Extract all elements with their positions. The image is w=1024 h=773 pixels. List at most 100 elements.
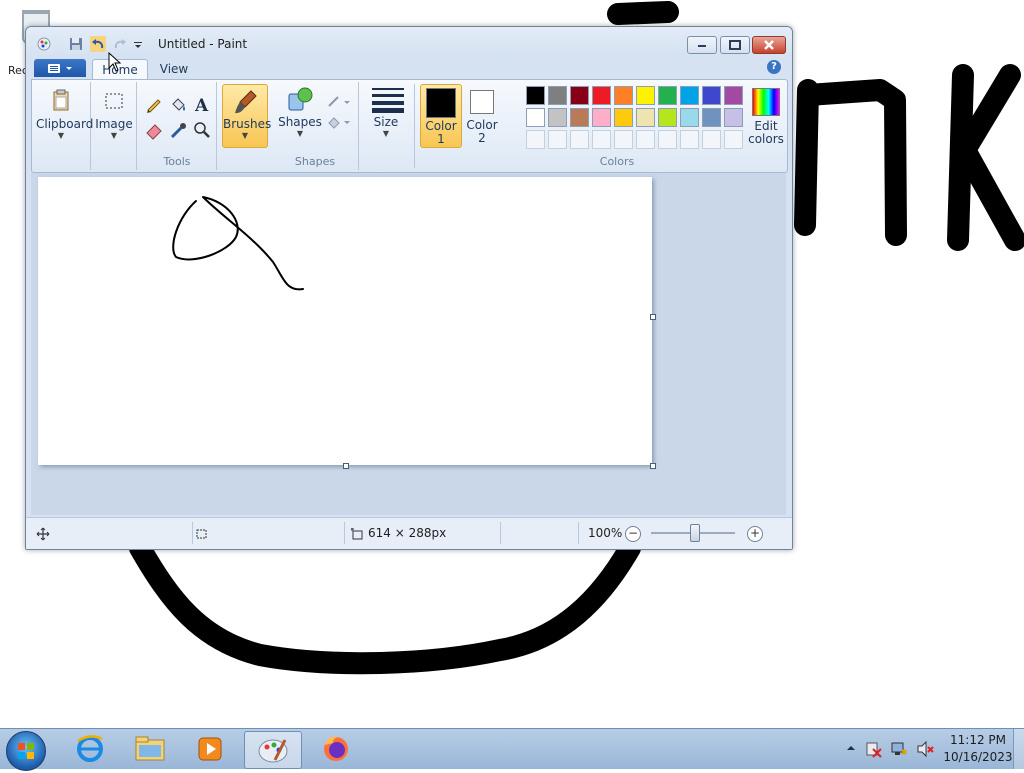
custom-color-slot[interactable] — [658, 130, 677, 149]
media-player-taskbar-button[interactable] — [182, 731, 238, 767]
minimize-button[interactable] — [687, 36, 717, 54]
custom-color-slot[interactable] — [614, 130, 633, 149]
color2-swatch — [470, 90, 494, 114]
file-explorer-taskbar-button[interactable] — [122, 731, 178, 767]
shape-fill-icon[interactable] — [326, 112, 350, 132]
tools-group: A Tools — [138, 82, 217, 170]
palette-swatch[interactable] — [636, 86, 655, 105]
canvas-size-icon — [350, 518, 364, 548]
firefox-icon — [324, 736, 348, 761]
cursor-position-icon — [36, 518, 50, 548]
palette-swatch[interactable] — [680, 108, 699, 127]
save-icon[interactable] — [68, 36, 84, 52]
volume-muted-icon[interactable] — [916, 740, 934, 758]
custom-color-slot[interactable] — [680, 130, 699, 149]
size-button[interactable]: Size ▼ — [364, 86, 408, 139]
image-group: Image ▼ — [92, 82, 137, 170]
firefox-taskbar-button[interactable] — [308, 731, 364, 767]
drawing-canvas[interactable] — [38, 177, 652, 465]
undo-icon[interactable] — [90, 36, 106, 52]
image-button[interactable]: Image ▼ — [94, 88, 134, 141]
zoom-out-button[interactable]: − — [625, 526, 641, 542]
color2-button[interactable]: Color 2 — [462, 84, 502, 146]
palette-swatch[interactable] — [702, 86, 721, 105]
clipboard-label: Clipboard — [36, 117, 94, 131]
shapes-button[interactable]: Shapes ▼ — [278, 86, 322, 139]
custom-color-slot[interactable] — [724, 130, 743, 149]
palette-swatch[interactable] — [724, 86, 743, 105]
palette-swatch[interactable] — [526, 86, 545, 105]
palette-swatch[interactable] — [658, 108, 677, 127]
image-label: Image — [95, 117, 133, 131]
custom-color-slot[interactable] — [636, 130, 655, 149]
resize-handle-corner[interactable] — [650, 463, 656, 469]
action-center-icon[interactable] — [864, 740, 882, 758]
color-picker-icon[interactable] — [168, 120, 188, 140]
palette-swatch[interactable] — [614, 86, 633, 105]
internet-explorer-taskbar-button[interactable] — [62, 731, 118, 767]
palette-swatch[interactable] — [548, 86, 567, 105]
color1-button[interactable]: Color 1 — [420, 84, 462, 148]
palette-swatch[interactable] — [702, 108, 721, 127]
select-icon — [100, 88, 128, 116]
resize-handle-right[interactable] — [650, 314, 656, 320]
redo-icon[interactable] — [112, 36, 128, 52]
edit-colors-button[interactable]: Edit colors — [746, 88, 786, 146]
palette-swatch[interactable] — [548, 108, 567, 127]
colors-group: Edit colors Colors — [504, 82, 786, 170]
text-icon[interactable]: A — [192, 94, 212, 116]
palette-swatch[interactable] — [592, 108, 611, 127]
clock-time[interactable]: 11:12 PM — [948, 733, 1008, 747]
palette-swatch[interactable] — [570, 86, 589, 105]
show-hidden-icons-icon[interactable] — [846, 743, 856, 753]
shape-outline-icon[interactable] — [326, 92, 350, 112]
canvas-size-text: 614 × 288px — [368, 526, 447, 540]
network-icon[interactable] — [890, 740, 908, 758]
custom-color-slot[interactable] — [702, 130, 721, 149]
palette-swatch[interactable] — [636, 108, 655, 127]
canvas-drawing — [172, 196, 304, 291]
custom-color-slot[interactable] — [570, 130, 589, 149]
brushes-button[interactable]: Brushes ▼ — [222, 84, 272, 148]
brushes-label: Brushes — [223, 117, 272, 131]
paint-taskbar-button[interactable] — [244, 731, 302, 769]
chevron-down-icon: ▼ — [57, 131, 65, 140]
clock-date[interactable]: 10/16/2023 — [940, 750, 1016, 764]
custom-color-slot[interactable] — [548, 130, 567, 149]
clipboard-button[interactable]: Clipboard ▼ — [36, 88, 94, 141]
shapes-label: Shapes — [278, 115, 322, 129]
resize-handle-bottom[interactable] — [343, 463, 349, 469]
close-button[interactable] — [752, 36, 786, 54]
maximize-button[interactable] — [720, 36, 750, 54]
size-label: Size — [373, 115, 399, 129]
palette-swatch[interactable] — [724, 108, 743, 127]
paint-menu-button[interactable] — [34, 59, 86, 77]
custom-color-slot[interactable] — [526, 130, 545, 149]
palette-swatch[interactable] — [658, 86, 677, 105]
customize-quick-access-icon[interactable] — [132, 36, 144, 52]
zoom-slider-thumb[interactable] — [690, 524, 700, 542]
paint-app-icon[interactable] — [36, 36, 52, 52]
paint-icon — [258, 739, 288, 763]
palette-swatch[interactable] — [680, 86, 699, 105]
help-icon[interactable]: ? — [767, 60, 781, 74]
pencil-icon[interactable] — [144, 94, 164, 114]
magnifier-icon[interactable] — [192, 120, 212, 140]
palette-swatch[interactable] — [614, 108, 633, 127]
palette-swatch[interactable] — [592, 86, 611, 105]
custom-color-slot[interactable] — [592, 130, 611, 149]
eraser-icon[interactable] — [144, 120, 164, 140]
start-button[interactable] — [6, 731, 46, 771]
canvas-area — [31, 173, 786, 515]
palette-swatch[interactable] — [526, 108, 545, 127]
title-bar[interactable]: Untitled - Paint — [26, 27, 792, 59]
colors-group-label: Colors — [599, 155, 635, 168]
fill-bucket-icon[interactable] — [168, 94, 188, 114]
tab-view[interactable]: View — [150, 59, 198, 79]
media-player-icon — [198, 737, 222, 761]
color1-number: 1 — [437, 132, 445, 146]
show-desktop-button[interactable] — [1013, 729, 1024, 769]
palette-swatch[interactable] — [570, 108, 589, 127]
zoom-in-button[interactable]: + — [747, 526, 763, 542]
line-size-icon — [372, 86, 404, 114]
